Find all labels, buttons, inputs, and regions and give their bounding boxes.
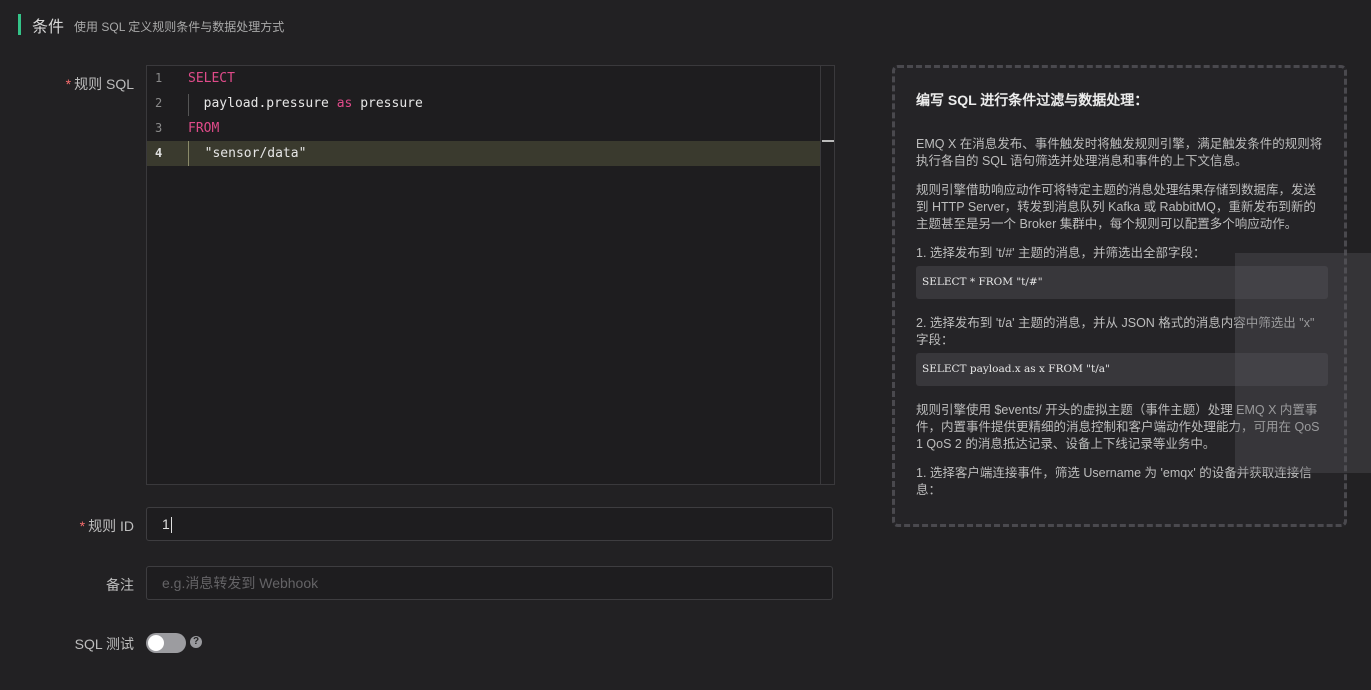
section-subtitle: 使用 SQL 定义规则条件与数据处理方式 xyxy=(74,19,285,34)
scroll-marker xyxy=(822,140,834,142)
note-label: 备注 xyxy=(44,575,134,595)
code-text: SELECT xyxy=(188,66,235,91)
code-token: payload.pressure xyxy=(188,96,337,111)
required-mark: * xyxy=(65,76,72,92)
help-paragraph: 规则引擎借助响应动作可将特定主题的消息处理结果存储到数据库，发送到 HTTP S… xyxy=(916,183,1317,231)
help-paragraph: EMQ X 在消息发布、事件触发时将触发规则引擎，满足触发条件的规则将执行各自的… xyxy=(916,137,1323,168)
section-title: 条件 xyxy=(32,18,65,36)
sql-editor[interactable]: 1 SELECT 2 payload.pressure as pressure … xyxy=(146,65,835,485)
code-token: "sensor/data" xyxy=(189,146,307,161)
note-label-text: 备注 xyxy=(106,577,134,593)
note-placeholder: e.g.消息转发到 Webhook xyxy=(162,575,319,591)
code-line: 2 payload.pressure as pressure xyxy=(147,91,820,116)
rule-id-input[interactable]: 1 xyxy=(146,507,833,541)
line-number: 3 xyxy=(155,121,163,135)
line-number: 1 xyxy=(155,71,163,85)
code-text: FROM xyxy=(188,116,219,141)
code-line: 3 FROM xyxy=(147,116,820,141)
question-circle-icon[interactable]: ? xyxy=(190,636,202,648)
code-text: "sensor/data" xyxy=(188,141,306,166)
keyword-token: as xyxy=(336,96,353,111)
note-input[interactable]: e.g.消息转发到 Webhook xyxy=(146,566,833,600)
code-text: payload.pressure as pressure xyxy=(188,91,423,116)
line-number: 4 xyxy=(155,146,163,160)
editor-scrollbar[interactable] xyxy=(820,66,834,484)
code-line-current: 4 "sensor/data" xyxy=(147,141,820,166)
sql-test-toggle[interactable] xyxy=(146,633,186,653)
help-title: 编写 SQL 进行条件过滤与数据处理： xyxy=(916,92,1149,108)
rule-sql-label: * 规则 SQL xyxy=(44,74,134,94)
section-header: 条件 使用 SQL 定义规则条件与数据处理方式 xyxy=(18,14,285,36)
text-caret xyxy=(170,517,172,534)
rule-id-value: 1 xyxy=(162,516,170,532)
required-mark: * xyxy=(79,518,86,534)
indent-guide xyxy=(188,94,189,116)
sql-test-label: SQL 测试 xyxy=(44,634,134,654)
code-line: 1 SELECT xyxy=(147,66,820,91)
overlay-panel xyxy=(1235,253,1371,473)
code-token: pressure xyxy=(352,96,423,111)
sql-test-label-text: SQL 测试 xyxy=(74,636,134,652)
toggle-knob xyxy=(148,635,164,651)
keyword-token: FROM xyxy=(188,121,220,136)
rule-id-label-text: 规则 ID xyxy=(88,518,134,534)
rule-id-label: * 规则 ID xyxy=(44,516,134,536)
rule-sql-label-text: 规则 SQL xyxy=(74,76,134,92)
keyword-token: SELECT xyxy=(188,71,235,86)
line-number: 2 xyxy=(155,96,163,110)
